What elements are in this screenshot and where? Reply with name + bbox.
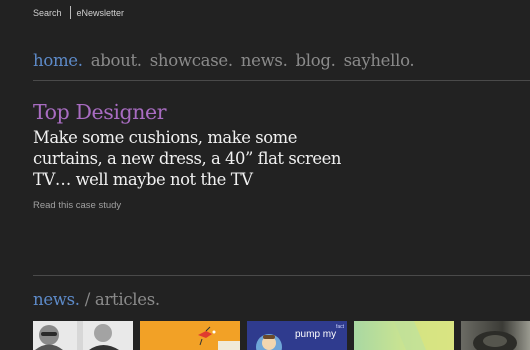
feature-description: Make some cushions, make some curtains, … — [33, 128, 341, 189]
thumbnail-strip: pump my fact — [33, 321, 530, 350]
pump-my-tag: fact — [335, 324, 344, 330]
main-nav: home. about. showcase. news. blog. sayhe… — [33, 51, 415, 70]
nav-divider — [33, 80, 530, 81]
illustration-image — [140, 321, 240, 350]
nav-item-about[interactable]: about. — [91, 51, 142, 70]
heading-separator: / — [84, 290, 91, 309]
utility-bar: Search eNewsletter — [33, 6, 124, 19]
thumbnail-dark-photo[interactable] — [461, 321, 530, 350]
search-link[interactable]: Search — [33, 8, 62, 18]
nav-item-news[interactable]: news. — [241, 51, 288, 70]
pump-my-text: pump my — [295, 329, 337, 340]
enewsletter-link[interactable]: eNewsletter — [77, 8, 125, 18]
nav-item-home[interactable]: home. — [33, 51, 83, 70]
thumbnail-pump-my[interactable]: pump my fact — [247, 321, 347, 350]
thumbnail-people-photo[interactable] — [33, 321, 133, 350]
nav-item-sayhello[interactable]: sayhello. — [344, 51, 415, 70]
feature-title[interactable]: Top Designer — [33, 100, 167, 124]
nav-item-blog[interactable]: blog. — [296, 51, 336, 70]
people-photo-image — [33, 321, 133, 350]
news-articles-heading: news. / articles. — [33, 290, 160, 309]
divider — [69, 6, 71, 19]
case-study-link[interactable]: Read this case study — [33, 200, 121, 211]
thumbnail-orange-illustration[interactable] — [140, 321, 240, 350]
dark-photo-image — [473, 331, 517, 350]
thumbnail-green-abstract[interactable] — [354, 321, 454, 350]
news-heading[interactable]: news. — [33, 290, 80, 309]
green-abstract-image — [394, 321, 454, 350]
nav-item-showcase[interactable]: showcase. — [150, 51, 233, 70]
section-divider — [33, 275, 530, 276]
articles-heading[interactable]: articles. — [95, 290, 160, 309]
